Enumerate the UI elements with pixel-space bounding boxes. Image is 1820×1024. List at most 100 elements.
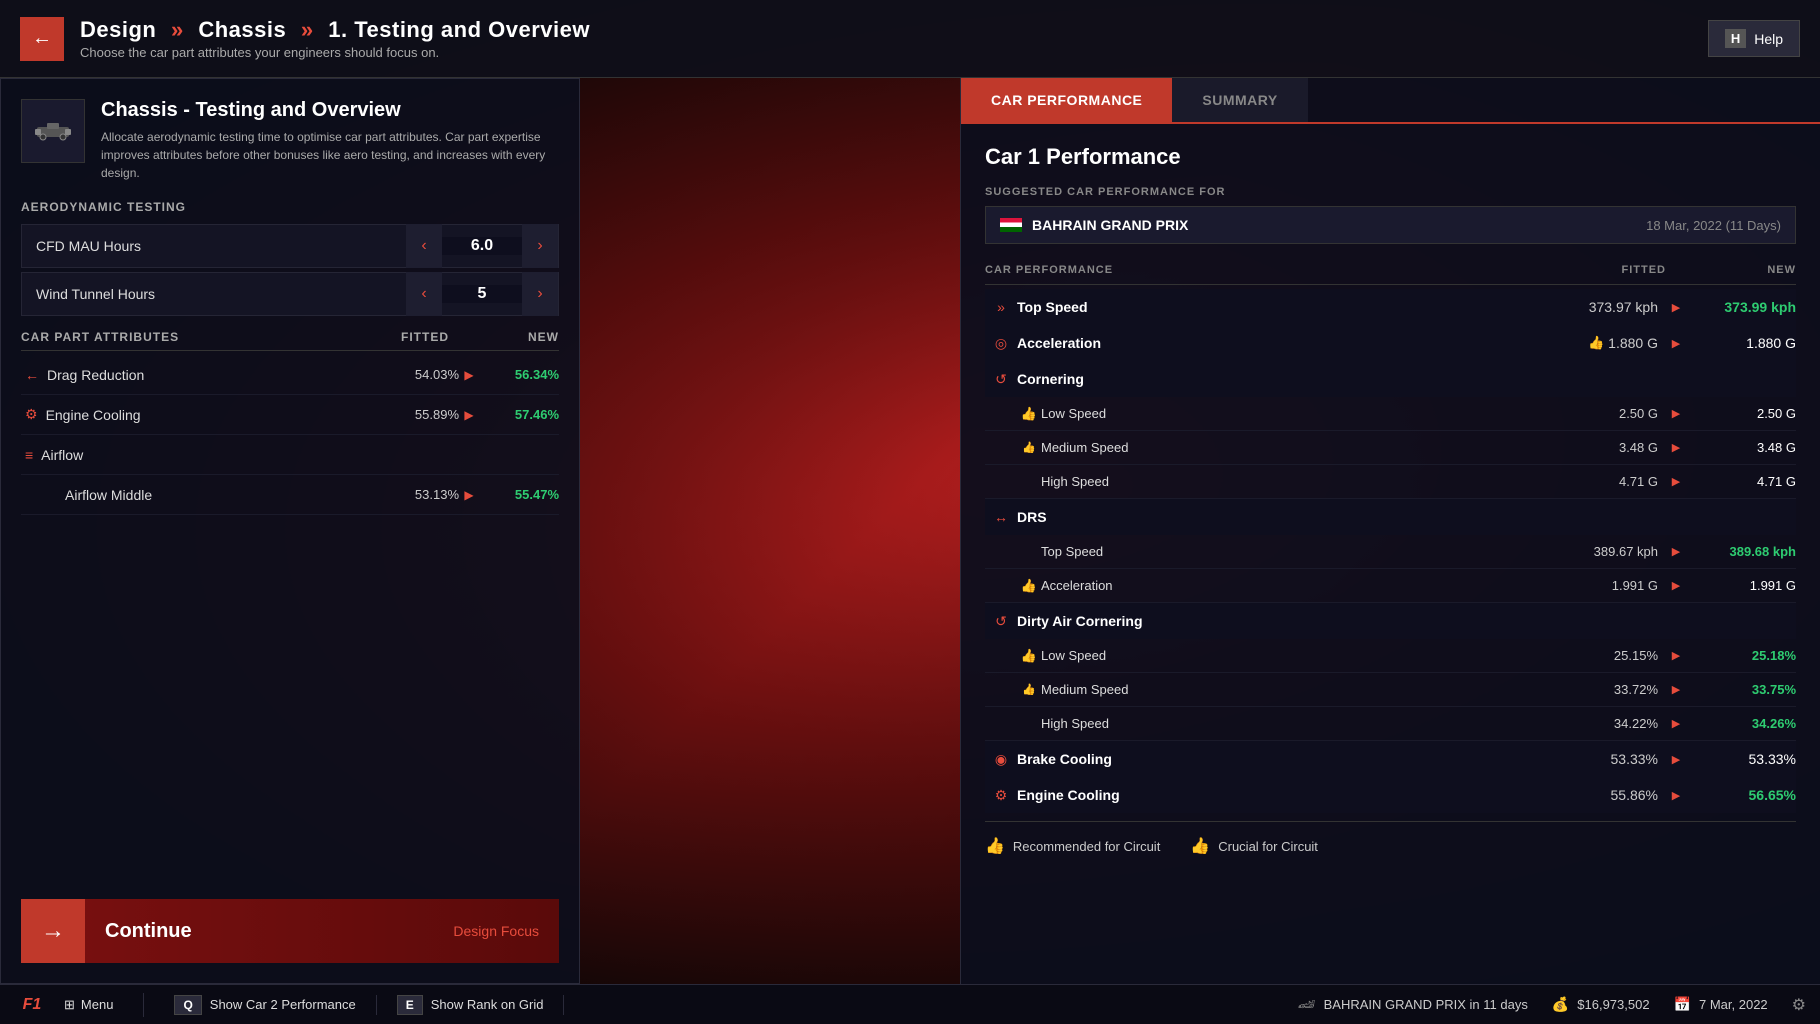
- drs-topspeed-new: 389.68 kph: [1686, 544, 1796, 559]
- money-status: 💰 $16,973,502: [1552, 996, 1650, 1013]
- engine-cooling-fitted: 55.86%: [1536, 787, 1666, 803]
- airflow-name: ≡ Airflow: [21, 447, 369, 463]
- wind-value: 5: [442, 285, 522, 303]
- engine-cooling-icon: ⚙: [985, 787, 1017, 804]
- drs-accel-arrow: ▶: [1666, 579, 1686, 592]
- brake-name: Brake Cooling: [1017, 751, 1536, 767]
- tab-summary[interactable]: SUMMARY: [1172, 78, 1307, 122]
- f1-logo: F1: [14, 993, 50, 1017]
- attr-col-new: NEW: [469, 330, 559, 344]
- dirty-low-arrow: ▶: [1666, 649, 1686, 662]
- recommended-label: Recommended for Circuit: [1013, 839, 1160, 854]
- perf-row-medspeed: 👍 Medium Speed 3.48 G ▶ 3.48 G: [985, 431, 1796, 465]
- wind-decrease-btn[interactable]: ‹: [406, 272, 442, 316]
- date-text: 7 Mar, 2022: [1699, 997, 1768, 1012]
- accel-new: 1.880 G: [1686, 335, 1796, 351]
- dirty-med-new: 33.75%: [1686, 682, 1796, 697]
- dirty-low-new: 25.18%: [1686, 648, 1796, 663]
- perf-row-drs: ↔ DRS: [985, 499, 1796, 535]
- wind-increase-btn[interactable]: ›: [522, 272, 558, 316]
- legend-row: 👍 Recommended for Circuit 👍 Crucial for …: [985, 821, 1796, 856]
- drs-name: DRS: [1017, 509, 1536, 525]
- medspeed-fitted: 3.48 G: [1536, 440, 1666, 455]
- cfd-increase-btn[interactable]: ›: [522, 224, 558, 268]
- brake-new: 53.33%: [1686, 751, 1796, 767]
- dirty-high-fitted: 34.22%: [1536, 716, 1666, 731]
- menu-grid-icon: ⊞: [64, 997, 75, 1013]
- drs-accel-fitted: 1.991 G: [1536, 578, 1666, 593]
- dirty-low-name: Low Speed: [1041, 648, 1536, 663]
- money-icon: 💰: [1552, 996, 1569, 1013]
- accel-icon: ◎: [985, 335, 1017, 352]
- highspeed-new: 4.71 G: [1686, 474, 1796, 489]
- cornering-name: Cornering: [1017, 371, 1536, 387]
- menu-button[interactable]: ⊞ Menu: [64, 997, 113, 1013]
- perf-row-topspeed: » Top Speed 373.97 kph ▶ 373.99 kph: [985, 289, 1796, 325]
- attr-table: CAR PART ATTRIBUTES FITTED NEW ← Drag Re…: [21, 330, 559, 515]
- topspeed-fitted: 373.97 kph: [1536, 299, 1666, 315]
- wind-label: Wind Tunnel Hours: [22, 286, 406, 302]
- perf-table-header: CAR PERFORMANCE FITTED NEW: [985, 260, 1796, 285]
- cfd-decrease-btn[interactable]: ‹: [406, 224, 442, 268]
- shortcut1-label: Show Car 2 Performance: [210, 997, 356, 1012]
- menu-label: Menu: [81, 997, 114, 1012]
- perf-row-brake: ◉ Brake Cooling 53.33% ▶ 53.33%: [985, 741, 1796, 777]
- tab-car-performance[interactable]: CAR PERFORMANCE: [961, 78, 1172, 122]
- left-panel: Chassis - Testing and Overview Allocate …: [0, 78, 580, 984]
- perf-row-dirty-med: 👍 Medium Speed 33.72% ▶ 33.75%: [985, 673, 1796, 707]
- dirty-med-name: Medium Speed: [1041, 682, 1536, 697]
- attr-row-drag: ← Drag Reduction 54.03% ▶ 56.34%: [21, 355, 559, 395]
- topspeed-arrow: ▶: [1666, 301, 1686, 314]
- attr-row-engine: ⚙ Engine Cooling 55.89% ▶ 57.46%: [21, 395, 559, 435]
- medspeed-icon: 👍: [1017, 441, 1041, 454]
- back-button[interactable]: ←: [20, 17, 64, 61]
- perf-row-drs-topspeed: Top Speed 389.67 kph ▶ 389.68 kph: [985, 535, 1796, 569]
- shortcut-car2[interactable]: Q Show Car 2 Performance: [154, 995, 376, 1015]
- dirty-high-arrow: ▶: [1666, 717, 1686, 730]
- panel-header: Chassis - Testing and Overview Allocate …: [21, 99, 559, 182]
- dirty-high-new: 34.26%: [1686, 716, 1796, 731]
- aero-row-wind: Wind Tunnel Hours ‹ 5 ›: [21, 272, 559, 316]
- attr-row-airflow: ≡ Airflow: [21, 435, 559, 475]
- drag-fitted: 54.03%: [369, 367, 459, 382]
- shortcut-rank[interactable]: E Show Rank on Grid: [377, 995, 565, 1015]
- engine-cooling-new: 56.65%: [1686, 787, 1796, 803]
- perf-row-dirty-high: High Speed 34.22% ▶ 34.26%: [985, 707, 1796, 741]
- attr-col-name: CAR PART ATTRIBUTES: [21, 330, 359, 344]
- perf-col-fitted: FITTED: [1536, 264, 1666, 276]
- breadcrumb: Design » Chassis » 1. Testing and Overvi…: [80, 17, 1708, 43]
- highspeed-name: High Speed: [1041, 474, 1536, 489]
- f1-logo-text: F1: [23, 996, 42, 1014]
- drag-name: ← Drag Reduction: [21, 367, 369, 383]
- continue-arrow-icon: →: [21, 899, 85, 963]
- dirty-med-icon: 👍: [1017, 683, 1041, 696]
- dirty-low-fitted: 25.15%: [1536, 648, 1666, 663]
- brake-icon: ◉: [985, 751, 1017, 768]
- lowspeed-fitted: 2.50 G: [1536, 406, 1666, 421]
- dirty-name: Dirty Air Cornering: [1017, 613, 1536, 629]
- crucial-icon: 👍: [1190, 836, 1210, 856]
- gp-status-text: BAHRAIN GRAND PRIX in 11 days: [1324, 997, 1528, 1012]
- legend-crucial: 👍 Crucial for Circuit: [1190, 836, 1318, 856]
- drs-accel-name: Acceleration: [1041, 578, 1536, 593]
- chassis-icon: [21, 99, 85, 163]
- airflow-middle-new: 55.47%: [479, 487, 559, 502]
- airflow-middle-fitted: 53.13%: [369, 487, 459, 502]
- wind-control: ‹ 5 ›: [406, 272, 558, 316]
- dirty-icon: ↺: [985, 613, 1017, 630]
- settings-icon[interactable]: ⚙: [1792, 995, 1806, 1015]
- panel-info: Chassis - Testing and Overview Allocate …: [101, 99, 559, 182]
- help-button[interactable]: H Help: [1708, 20, 1800, 57]
- brake-arrow: ▶: [1666, 753, 1686, 766]
- panel-title: Chassis - Testing and Overview: [101, 99, 559, 122]
- legend-recommended: 👍 Recommended for Circuit: [985, 836, 1160, 856]
- drs-topspeed-fitted: 389.67 kph: [1536, 544, 1666, 559]
- topspeed-icon: »: [985, 299, 1017, 315]
- perf-row-accel: ◎ Acceleration 👍 1.880 G ▶ 1.880 G: [985, 325, 1796, 361]
- dirty-high-name: High Speed: [1041, 716, 1536, 731]
- gp-status: 🏎 BAHRAIN GRAND PRIX in 11 days: [1298, 996, 1528, 1013]
- continue-button[interactable]: → Continue Design Focus: [21, 899, 559, 963]
- dirty-med-fitted: 33.72%: [1536, 682, 1666, 697]
- suggested-label: SUGGESTED CAR PERFORMANCE FOR: [985, 186, 1796, 198]
- perf-row-lowspeed: 👍 Low Speed 2.50 G ▶ 2.50 G: [985, 397, 1796, 431]
